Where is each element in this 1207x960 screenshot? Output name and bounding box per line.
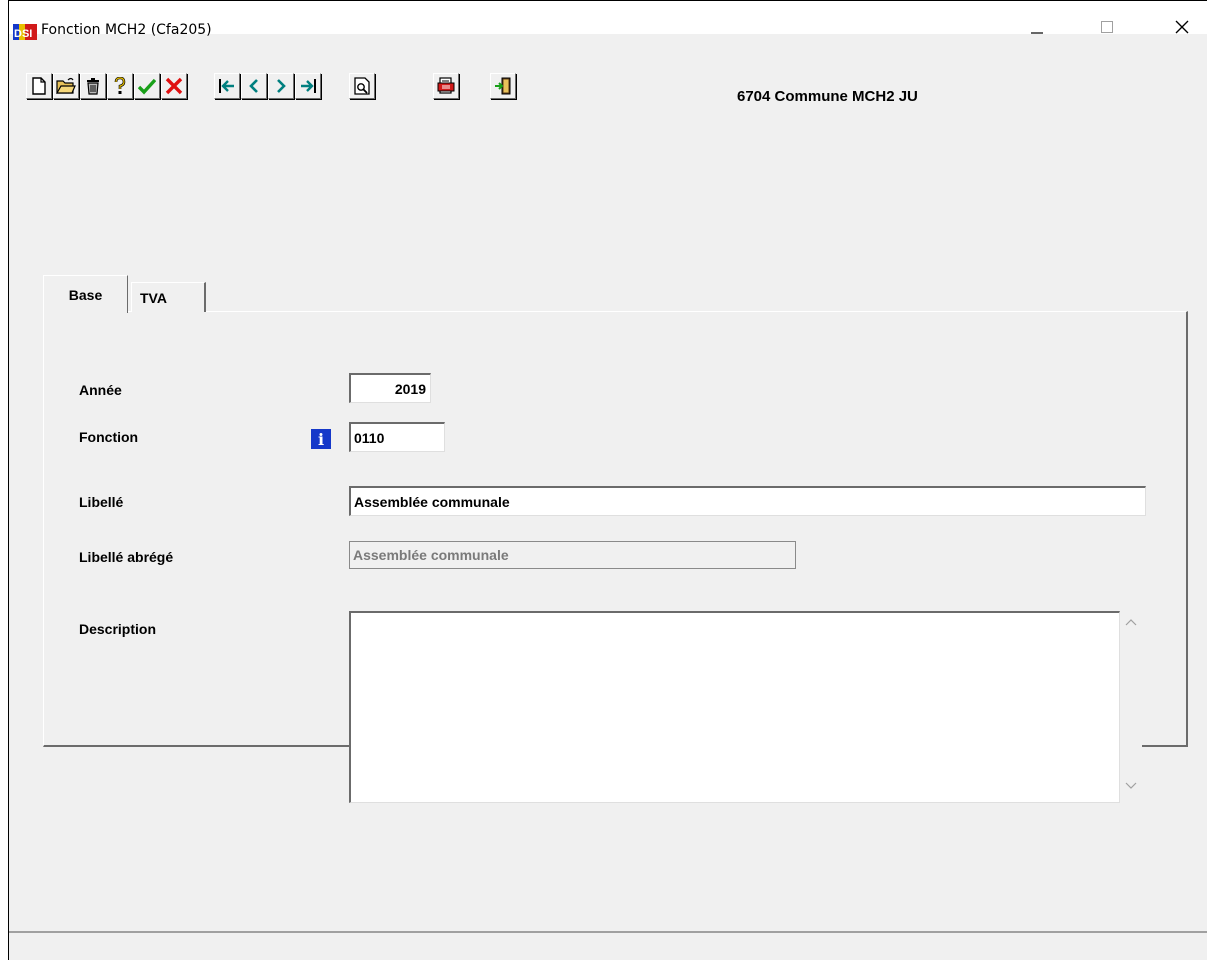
libelle-abrege-label: Libellé abrégé bbox=[79, 549, 174, 565]
trash-icon bbox=[85, 77, 101, 95]
blank-page-icon bbox=[31, 77, 47, 95]
validate-button[interactable] bbox=[134, 73, 160, 99]
app-logo-icon: DSI bbox=[13, 24, 37, 40]
tab-base[interactable]: Base bbox=[43, 275, 128, 313]
annee-field[interactable]: 2019 bbox=[349, 373, 431, 403]
question-icon bbox=[113, 77, 127, 95]
last-arrow-icon bbox=[299, 78, 317, 94]
last-record-button[interactable] bbox=[295, 73, 321, 99]
close-button[interactable] bbox=[1159, 13, 1205, 45]
title-bar: DSI Fonction MCH2 (Cfa205) bbox=[9, 1, 1207, 40]
delete-button[interactable] bbox=[80, 73, 106, 99]
tab-tva[interactable]: TVA bbox=[131, 282, 206, 312]
new-document-button[interactable] bbox=[26, 73, 52, 99]
first-arrow-icon bbox=[218, 78, 236, 94]
status-bar bbox=[9, 931, 1207, 960]
application-window: DSI Fonction MCH2 (Cfa205) 6704 Commune … bbox=[8, 0, 1207, 960]
libelle-abrege-field: Assemblée communale bbox=[349, 541, 796, 569]
svg-text:DSI: DSI bbox=[14, 28, 32, 40]
fonction-field[interactable]: 0110 bbox=[349, 422, 445, 452]
help-button[interactable] bbox=[107, 73, 133, 99]
print-preview-icon bbox=[354, 77, 370, 95]
first-record-button[interactable] bbox=[214, 73, 240, 99]
description-label: Description bbox=[79, 621, 157, 637]
exit-button[interactable] bbox=[490, 73, 516, 99]
printer-icon bbox=[437, 77, 455, 95]
cancel-button[interactable] bbox=[161, 73, 187, 99]
annee-label: Année bbox=[79, 382, 122, 398]
open-folder-icon bbox=[56, 77, 76, 95]
company-label: 6704 Commune MCH2 JU bbox=[737, 88, 918, 105]
minimize-button[interactable] bbox=[1014, 13, 1060, 45]
scroll-down-icon[interactable] bbox=[1120, 781, 1142, 797]
print-button[interactable] bbox=[433, 73, 459, 99]
description-textarea[interactable] bbox=[349, 611, 1120, 803]
info-icon[interactable]: i bbox=[311, 429, 331, 449]
preview-button[interactable] bbox=[349, 73, 375, 99]
description-scrollbar[interactable] bbox=[1120, 611, 1142, 803]
checkmark-icon bbox=[138, 77, 156, 95]
close-icon bbox=[1174, 19, 1190, 40]
minimize-icon bbox=[1030, 20, 1044, 39]
red-x-icon bbox=[165, 77, 183, 95]
previous-arrow-icon bbox=[247, 78, 261, 94]
previous-record-button[interactable] bbox=[241, 73, 267, 99]
libelle-label: Libellé bbox=[79, 494, 124, 510]
exit-door-icon bbox=[494, 77, 512, 95]
fonction-label: Fonction bbox=[79, 429, 139, 445]
next-record-button[interactable] bbox=[268, 73, 294, 99]
libelle-field[interactable]: Assemblée communale bbox=[349, 486, 1146, 516]
scroll-up-icon[interactable] bbox=[1120, 617, 1142, 633]
maximize-button[interactable] bbox=[1084, 13, 1130, 45]
open-button[interactable] bbox=[53, 73, 79, 99]
next-arrow-icon bbox=[274, 78, 288, 94]
window-title: Fonction MCH2 (Cfa205) bbox=[41, 22, 212, 38]
maximize-icon bbox=[1100, 20, 1114, 39]
